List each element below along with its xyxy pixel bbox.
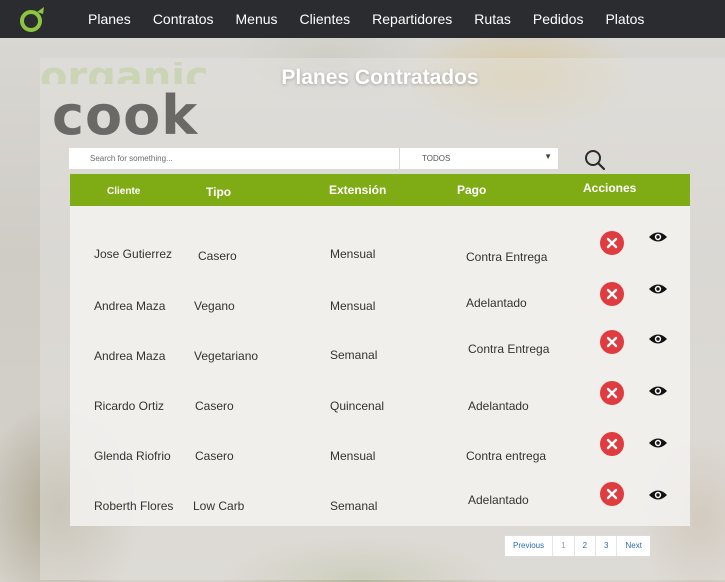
cell-pago: Adelantado (468, 493, 529, 507)
pagination-page-2[interactable]: 2 (575, 536, 597, 556)
delete-button[interactable] (600, 330, 624, 354)
eye-icon[interactable] (648, 488, 668, 502)
close-icon (606, 387, 618, 399)
page-title: Planes Contratados (281, 66, 479, 89)
cell-pago: Adelantado (466, 296, 527, 310)
logo-text: cook (52, 84, 199, 147)
nav-item-platos[interactable]: Platos (605, 11, 644, 27)
cell-extension: Mensual (330, 247, 376, 261)
header-acciones: Acciones (583, 181, 637, 195)
header-tipo: Tipo (206, 185, 232, 199)
table-row: Andrea Maza Vegano Mensual Adelantado (70, 272, 690, 324)
eye-icon[interactable] (648, 436, 668, 450)
table-row: Jose Gutierrez Casero Mensual Contra Ent… (70, 220, 690, 272)
delete-button[interactable] (600, 482, 624, 506)
close-icon (606, 488, 618, 500)
top-navbar: Planes Contratos Menus Clientes Repartid… (0, 0, 725, 38)
nav-item-repartidores[interactable]: Repartidores (372, 11, 452, 27)
cell-cliente: Glenda Riofrio (94, 449, 171, 463)
close-icon (606, 438, 618, 450)
cell-pago: Adelantado (468, 399, 529, 413)
cell-cliente: Andrea Maza (94, 349, 166, 363)
cell-cliente: Ricardo Ortiz (94, 399, 165, 413)
nav-item-menus[interactable]: Menus (236, 11, 278, 27)
search-input[interactable] (69, 148, 399, 169)
pagination-next[interactable]: Next (617, 536, 649, 556)
brand-logo-icon[interactable] (18, 5, 48, 33)
table-header: Cliente Tipo Extensión Pago Acciones (70, 174, 690, 206)
search-icon[interactable] (582, 148, 608, 172)
header-pago: Pago (457, 183, 487, 197)
header-extension: Extensión (329, 183, 387, 197)
cell-pago: Contra entrega (466, 449, 547, 463)
delete-button[interactable] (600, 282, 624, 306)
plans-table: Cliente Tipo Extensión Pago Acciones Jos… (70, 174, 690, 526)
nav-item-clientes[interactable]: Clientes (300, 11, 351, 27)
cell-tipo: Vegetariano (194, 349, 259, 363)
cell-pago: Contra Entrega (468, 342, 550, 356)
eye-icon[interactable] (648, 282, 668, 296)
cell-cliente: Roberth Flores (94, 499, 174, 513)
nav-item-pedidos[interactable]: Pedidos (533, 11, 584, 27)
cell-pago: Contra Entrega (466, 250, 548, 264)
cell-tipo: Low Carb (193, 499, 245, 513)
pagination-previous[interactable]: Previous (505, 536, 554, 556)
cell-cliente: Jose Gutierrez (94, 247, 173, 261)
pagination-page-1[interactable]: 1 (553, 536, 575, 556)
cell-tipo: Casero (198, 249, 237, 263)
nav-item-contratos[interactable]: Contratos (153, 11, 214, 27)
close-icon (606, 237, 618, 249)
table-row: Ricardo Ortiz Casero Quincenal Adelantad… (70, 376, 690, 428)
delete-button[interactable] (600, 432, 624, 456)
cell-extension: Semanal (330, 348, 378, 362)
nav-item-rutas[interactable]: Rutas (474, 11, 511, 27)
cell-tipo: Casero (195, 449, 234, 463)
cell-extension: Semanal (330, 499, 378, 513)
cell-tipo: Vegano (194, 299, 235, 313)
close-icon (606, 336, 618, 348)
filter-selected-value: TODOS (422, 154, 451, 163)
pagination: Previous 1 2 3 Next (504, 535, 651, 557)
eye-icon[interactable] (648, 230, 668, 244)
eye-icon[interactable] (648, 384, 668, 398)
close-icon (606, 288, 618, 300)
pagination-page-3[interactable]: 3 (596, 536, 618, 556)
table-row: Glenda Riofrio Casero Mensual Contra ent… (70, 428, 690, 480)
cell-extension: Mensual (330, 449, 376, 463)
cell-tipo: Casero (195, 399, 234, 413)
table-row: Roberth Flores Low Carb Semanal Adelanta… (70, 480, 690, 532)
nav-item-planes[interactable]: Planes (88, 11, 131, 27)
cell-extension: Quincenal (330, 399, 385, 413)
caret-down-icon: ▼ (544, 152, 552, 161)
filter-select[interactable]: TODOS ▼ (399, 148, 558, 169)
cell-extension: Mensual (330, 299, 376, 313)
delete-button[interactable] (600, 381, 624, 405)
eye-icon[interactable] (648, 332, 668, 346)
delete-button[interactable] (600, 231, 624, 255)
table-row: Andrea Maza Vegetariano Semanal Contra E… (70, 324, 690, 376)
nav-menu: Planes Contratos Menus Clientes Repartid… (78, 0, 666, 38)
header-cliente: Cliente (107, 186, 141, 197)
cell-cliente: Andrea Maza (94, 299, 166, 313)
